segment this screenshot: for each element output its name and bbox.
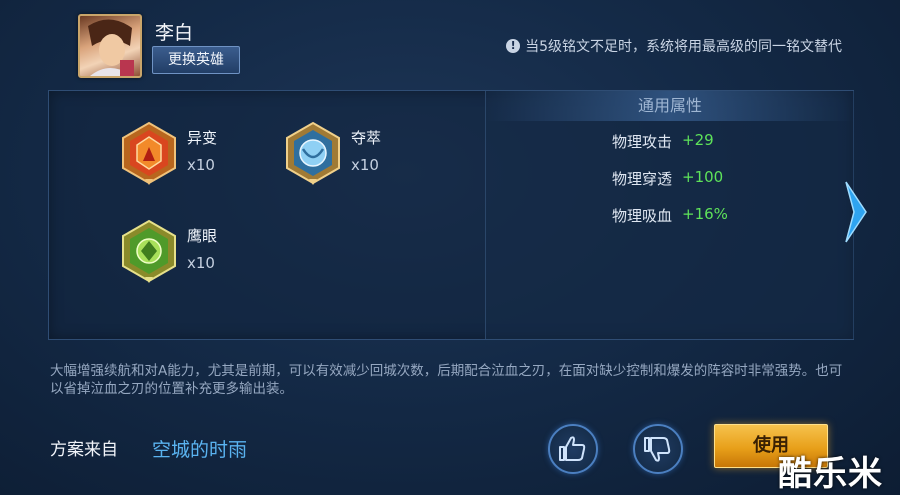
attribute-label: 物理吸血 [612,207,673,225]
thumbs-up-button[interactable] [548,424,598,474]
thumbs-up-icon [559,436,586,461]
attribute-value: +16% [682,205,728,223]
attribute-value: +100 [682,168,724,186]
rune-count: x10 [187,156,215,174]
attribute-row: 物理穿透 +100 [612,168,723,189]
info-icon: ! [506,39,521,53]
rune-name: 异变 [187,129,218,147]
thumbs-down-button[interactable] [633,424,683,474]
hero-name: 李白 [155,22,194,44]
rune-item[interactable]: 夺萃 x10 [285,121,381,185]
rune-green-icon [122,219,176,283]
attribute-label: 物理攻击 [612,133,673,151]
thumbs-down-icon [644,437,671,462]
next-arrow-icon[interactable] [844,180,868,248]
rune-item[interactable]: 鹰眼 x10 [121,219,217,283]
rune-red-icon [122,121,176,185]
notice-text: 当5级铭文不足时，系统将用最高级的同一铭文替代 [525,39,842,55]
source-author[interactable]: 空城的时雨 [152,435,247,462]
plan-description: 大幅增强续航和对A能力，尤其是前期，可以有效减少回城次数，后期配合泣血之刃，在面… [50,363,843,397]
rune-count: x10 [187,254,215,272]
attribute-value: +29 [682,131,714,149]
source-label: 方案来自 [50,440,118,460]
attributes-panel: 通用属性 物理攻击 +29 物理穿透 +100 物理吸血 +16% [485,91,854,339]
hero-avatar [78,14,142,78]
attribute-label: 物理穿透 [612,170,673,188]
rune-blue-icon [286,121,340,185]
rune-count: x10 [351,156,379,174]
rune-name: 鹰眼 [187,227,218,245]
rune-name: 夺萃 [351,129,382,147]
rune-item[interactable]: 异变 x10 [121,121,217,185]
rune-notice: ! 当5级铭文不足时，系统将用最高级的同一铭文替代 [506,36,842,56]
change-hero-button[interactable]: 更换英雄 [152,46,240,74]
attribute-row: 物理攻击 +29 [612,131,714,152]
attributes-header: 通用属性 [486,91,854,121]
rune-panel: 异变 x10 夺萃 x10 鹰眼 x10 通用属性 物理攻击 +29 物理穿透 … [48,90,854,340]
attribute-row: 物理吸血 +16% [612,205,728,226]
watermark: 酷乐米 [778,454,883,494]
